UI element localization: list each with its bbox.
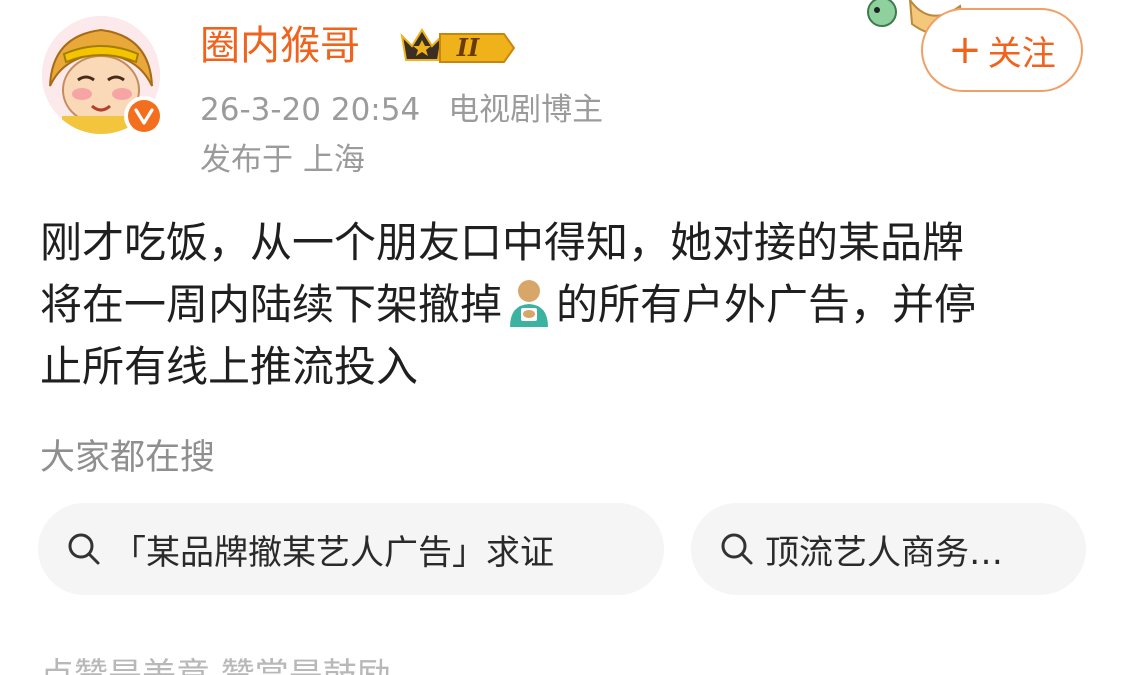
post-line-1: 刚才吃饭，从一个朋友口中得知，她对接的某品牌	[40, 218, 965, 267]
post-meta: 26-3-20 20:54 电视剧博主	[200, 88, 603, 132]
post-content: 刚才吃饭，从一个朋友口中得知，她对接的某品牌 将在一周内陆续下架撤掉 的所有户外…	[40, 212, 1090, 398]
hot-search-chip-label: 顶流艺人商务…	[765, 532, 1003, 573]
hot-search-chip-label: 「某品牌撤某艺人广告」求证	[112, 532, 554, 573]
post-location: 发布于 上海	[200, 142, 365, 178]
bottom-partial-text: 点赞是美意 赞赏是鼓励	[40, 652, 391, 675]
level-label: II	[456, 33, 480, 62]
follow-label: 关注	[987, 33, 1056, 74]
hot-search-chip-1[interactable]: 「某品牌撤某艺人广告」求证	[38, 503, 664, 595]
hot-search-title: 大家都在搜	[40, 438, 216, 478]
verified-badge	[124, 96, 164, 136]
crown-level-badge-icon: II	[400, 28, 516, 63]
post-time: 26-3-20 20:54	[200, 92, 421, 128]
weibo-post-card: 圈内猴哥 II 26-3-20 20:54 电视剧博主 发布于 上海 + 关注 刚…	[0, 0, 1124, 675]
post-line-2: 将在一周内陆续下架撤掉 的所有户外广告，并停	[40, 274, 1090, 336]
follow-button[interactable]: + 关注	[921, 8, 1083, 92]
user-role: 电视剧博主	[448, 92, 604, 128]
search-icon	[68, 533, 100, 565]
post-line-2-start: 将在一周内陆续下架撤掉	[40, 280, 503, 329]
emoji-icon	[510, 280, 549, 327]
verified-icon	[134, 108, 154, 125]
plus-icon: +	[948, 27, 982, 73]
search-icon	[721, 533, 753, 565]
post-line-2-end: 的所有户外广告，并停	[556, 280, 977, 329]
post-line-3: 止所有线上推流投入	[40, 342, 419, 391]
username[interactable]: 圈内猴哥	[200, 18, 360, 74]
hot-search-chip-2[interactable]: 顶流艺人商务…	[691, 503, 1086, 595]
